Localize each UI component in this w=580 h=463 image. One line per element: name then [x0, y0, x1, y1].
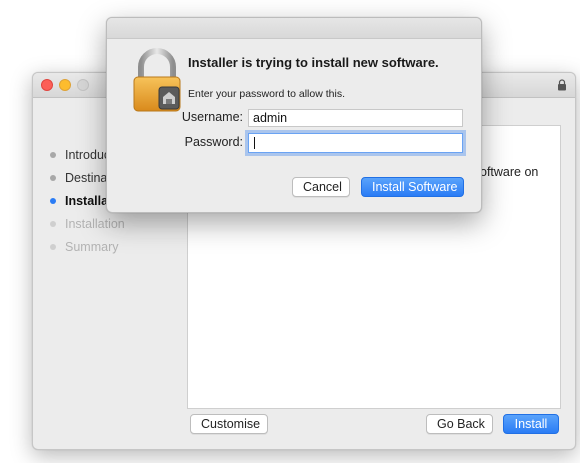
step-bullet-icon	[50, 151, 56, 158]
customise-button[interactable]: Customise	[190, 414, 268, 434]
password-label: Password:	[184, 135, 243, 149]
zoom-window-button[interactable]	[77, 79, 89, 91]
step-label: Summary	[65, 239, 119, 254]
dialog-title: Installer is trying to install new softw…	[188, 55, 439, 70]
username-label: Username:	[181, 110, 243, 124]
go-back-button[interactable]: Go Back	[426, 414, 493, 434]
padlock-icon	[133, 48, 181, 112]
dialog-subtitle: Enter your password to allow this.	[188, 88, 345, 100]
dialog-titlebar	[107, 18, 481, 39]
lock-icon	[558, 79, 566, 91]
step-installation: Installation	[47, 212, 125, 235]
step-bullet-icon	[50, 243, 56, 250]
install-button[interactable]: Install	[503, 414, 559, 434]
step-label: Installation	[65, 216, 125, 231]
step-summary: Summary	[47, 235, 125, 258]
text-caret	[254, 137, 255, 149]
step-label: Introduc	[65, 147, 111, 162]
minimize-window-button[interactable]	[59, 79, 71, 91]
step-bullet-icon	[50, 197, 56, 204]
content-text: oftware on	[480, 165, 539, 179]
step-bullet-icon	[50, 220, 56, 227]
step-bullet-icon	[50, 174, 56, 181]
step-label: Destinat	[65, 170, 111, 185]
username-field[interactable]	[248, 109, 463, 127]
cancel-button[interactable]: Cancel	[292, 177, 350, 197]
auth-dialog: Installer is trying to install new softw…	[106, 17, 482, 213]
password-field[interactable]	[248, 133, 463, 153]
close-window-button[interactable]	[41, 79, 53, 91]
install-software-button[interactable]: Install Software	[361, 177, 464, 197]
